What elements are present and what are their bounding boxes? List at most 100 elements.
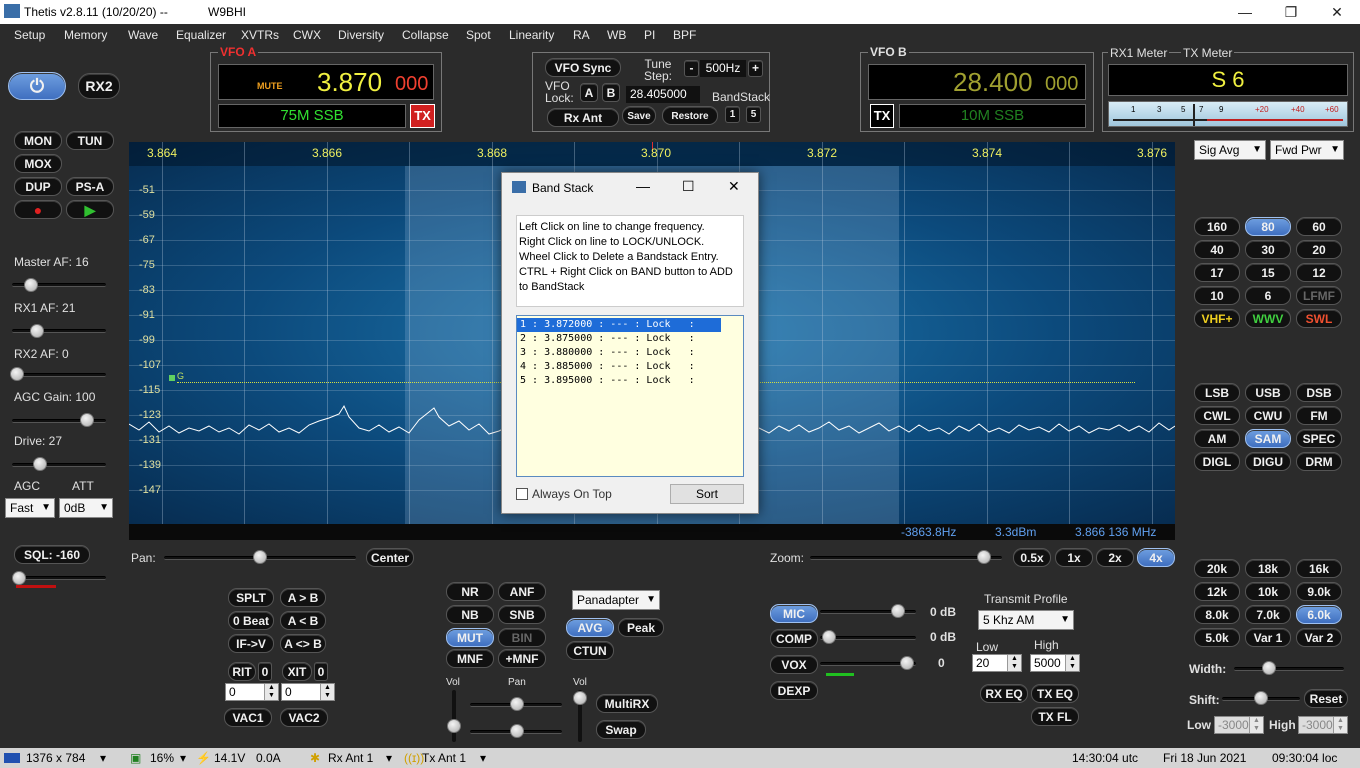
center-button[interactable]: Center xyxy=(366,548,414,567)
bandstack-entry[interactable]: 2 : 3.875000 : --- : Lock : xyxy=(517,332,743,346)
rx1-af-slider[interactable] xyxy=(12,329,106,333)
mode-cwu-button[interactable]: CWU xyxy=(1245,406,1291,425)
bandstack-1-button[interactable]: 1 xyxy=(725,106,740,123)
menu-memory[interactable]: Memory xyxy=(64,28,107,42)
vfo-sync-button[interactable]: VFO Sync xyxy=(545,58,621,77)
filter-high-input[interactable]: -3000 ▲ ▼ xyxy=(1298,716,1348,734)
vfo-b-display[interactable]: 28.400 000 xyxy=(868,64,1086,100)
vol-vertical-slider[interactable] xyxy=(452,690,456,742)
minimize-icon[interactable]: — xyxy=(1222,0,1268,24)
filter-width-knob[interactable] xyxy=(1262,661,1276,675)
power-button[interactable]: ⏻ xyxy=(8,72,66,100)
rx1-af-knob[interactable] xyxy=(30,324,44,338)
drive-slider[interactable] xyxy=(12,463,106,467)
tx-high-input[interactable]: 5000 ▲ ▼ xyxy=(1030,654,1080,672)
agc-gain-knob[interactable] xyxy=(80,413,94,427)
rx-eq-button[interactable]: RX EQ xyxy=(980,684,1028,703)
bandstack-5-button[interactable]: 5 xyxy=(746,106,761,123)
xit-value-input[interactable]: 0 ▲ ▼ xyxy=(281,683,335,701)
filter-18k-button[interactable]: 18k xyxy=(1245,559,1291,578)
mic-knob[interactable] xyxy=(891,604,905,618)
spinner-icon[interactable]: ▲ ▼ xyxy=(1249,717,1263,733)
vac1-button[interactable]: VAC1 xyxy=(224,708,272,727)
mode-fm-button[interactable]: FM xyxy=(1296,406,1342,425)
vox-knob[interactable] xyxy=(900,656,914,670)
b-to-a-button[interactable]: A < B xyxy=(280,611,326,630)
vfo-a-display[interactable]: MUTE 3.870 000 xyxy=(218,64,434,100)
filter-5k-button[interactable]: 5.0k xyxy=(1194,628,1240,647)
band-wwv-button[interactable]: WWV xyxy=(1245,309,1291,328)
vfo-lock-b-button[interactable]: B xyxy=(602,83,620,102)
restore-icon[interactable]: ❐ xyxy=(1268,0,1314,24)
band-17-button[interactable]: 17 xyxy=(1194,263,1240,282)
filter-10k-button[interactable]: 10k xyxy=(1245,582,1291,601)
band-15-button[interactable]: 15 xyxy=(1245,263,1291,282)
vox-button[interactable]: VOX xyxy=(770,655,818,674)
mode-cwl-button[interactable]: CWL xyxy=(1194,406,1240,425)
vol2-knob[interactable] xyxy=(573,691,587,705)
mnf-button[interactable]: MNF xyxy=(446,649,494,668)
rit-value-input[interactable]: 0 ▲ ▼ xyxy=(225,683,279,701)
vfo-b-tx-button[interactable]: TX xyxy=(870,104,894,128)
band-80-button[interactable]: 80 xyxy=(1245,217,1291,236)
filter-reset-button[interactable]: Reset xyxy=(1304,689,1348,708)
nb-button[interactable]: NB xyxy=(446,605,494,624)
band-40-button[interactable]: 40 xyxy=(1194,240,1240,259)
multirx-button[interactable]: MultiRX xyxy=(596,694,658,713)
transmit-profile-select[interactable]: 5 Khz AM ▼ xyxy=(978,610,1074,630)
filter-var2-button[interactable]: Var 2 xyxy=(1296,628,1342,647)
dialog-minimize-icon[interactable]: — xyxy=(636,178,650,194)
tx-filter-button[interactable]: TX FL xyxy=(1031,707,1079,726)
dialog-maximize-icon[interactable]: ☐ xyxy=(682,178,695,195)
menu-pi[interactable]: PI xyxy=(644,28,655,42)
close-icon[interactable]: ✕ xyxy=(1314,0,1360,24)
xit-button[interactable]: XIT xyxy=(282,662,312,681)
band-swl-button[interactable]: SWL xyxy=(1296,309,1342,328)
filter-9k-button[interactable]: 9.0k xyxy=(1296,582,1342,601)
vol-knob[interactable] xyxy=(447,719,461,733)
zoom-slider[interactable] xyxy=(810,556,1002,560)
save-button[interactable]: Save xyxy=(622,106,656,125)
chevron-down-icon[interactable]: ▾ xyxy=(180,751,186,765)
add-mnf-button[interactable]: +MNF xyxy=(498,649,546,668)
restore-button[interactable]: Restore xyxy=(662,106,718,125)
zoom-1x-button[interactable]: 1x xyxy=(1055,548,1093,567)
menu-ra[interactable]: RA xyxy=(573,28,590,42)
mode-usb-button[interactable]: USB xyxy=(1245,383,1291,402)
band-60-button[interactable]: 60 xyxy=(1296,217,1342,236)
tx-meter-select[interactable]: Fwd Pwr ▼ xyxy=(1270,140,1344,160)
sort-button[interactable]: Sort xyxy=(670,484,744,504)
filter-20k-button[interactable]: 20k xyxy=(1194,559,1240,578)
rx2-af-slider[interactable] xyxy=(12,373,106,377)
play-button[interactable]: ▶ xyxy=(66,200,114,219)
bandstack-list[interactable]: 1 : 3.872000 : --- : Lock : 2 : 3.875000… xyxy=(516,315,744,477)
ps-a-button[interactable]: PS-A xyxy=(66,177,114,196)
menu-wb[interactable]: WB xyxy=(607,28,626,42)
rx-meter-select[interactable]: Sig Avg ▼ xyxy=(1194,140,1266,160)
spinner-icon[interactable]: ▲ ▼ xyxy=(1333,717,1347,733)
a-swap-b-button[interactable]: A <> B xyxy=(280,634,326,653)
band-12-button[interactable]: 12 xyxy=(1296,263,1342,282)
rit-button[interactable]: RIT xyxy=(228,662,256,681)
band-20-button[interactable]: 20 xyxy=(1296,240,1342,259)
mon-button[interactable]: MON xyxy=(14,131,62,150)
filter-6k-button[interactable]: 6.0k xyxy=(1296,605,1342,624)
vac2-button[interactable]: VAC2 xyxy=(280,708,328,727)
master-af-knob[interactable] xyxy=(24,278,38,292)
chevron-down-icon[interactable]: ▾ xyxy=(100,751,106,765)
chevron-down-icon[interactable]: ▾ xyxy=(480,751,486,765)
menu-cwx[interactable]: CWX xyxy=(293,28,321,42)
chevron-down-icon[interactable]: ▾ xyxy=(386,751,392,765)
bandstack-entry[interactable]: 1 : 3.872000 : --- : Lock : xyxy=(517,318,721,332)
zero-beat-button[interactable]: 0 Beat xyxy=(228,611,274,630)
filter-8k-button[interactable]: 8.0k xyxy=(1194,605,1240,624)
frequency-entry[interactable]: 28.405000 xyxy=(626,86,700,103)
mode-spec-button[interactable]: SPEC xyxy=(1296,429,1342,448)
rx-ant-button[interactable]: Rx Ant xyxy=(547,108,619,127)
record-button[interactable]: ● xyxy=(14,200,62,219)
a-to-b-button[interactable]: A > B xyxy=(280,588,326,607)
tx-low-input[interactable]: 20 ▲ ▼ xyxy=(972,654,1022,672)
dexp-button[interactable]: DEXP xyxy=(770,681,818,700)
sql-button[interactable]: SQL: -160 xyxy=(14,545,90,564)
spinner-icon[interactable]: ▲ ▼ xyxy=(264,684,278,700)
